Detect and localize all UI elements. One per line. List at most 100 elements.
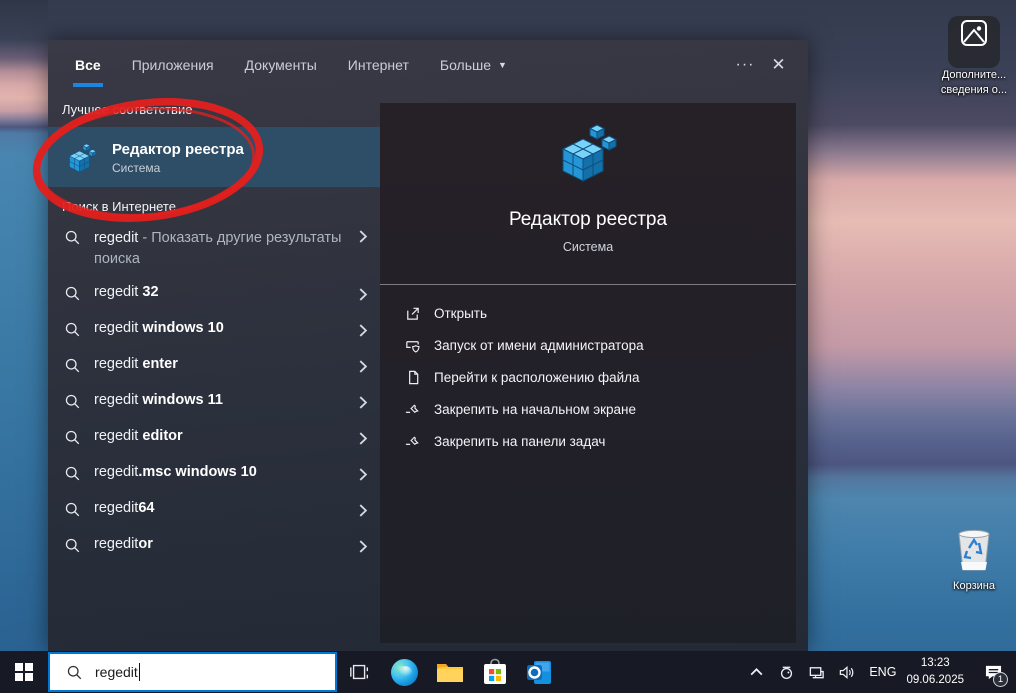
tab-web[interactable]: Интернет (348, 40, 409, 90)
action-label: Запуск от имени администратора (434, 338, 644, 353)
chevron-right-icon[interactable] (357, 324, 370, 337)
tab-documents[interactable]: Документы (245, 40, 317, 90)
action-open-file-location[interactable]: Перейти к расположению файла (380, 361, 796, 393)
edge-button[interactable] (382, 651, 427, 693)
tab-all[interactable]: Все (75, 40, 101, 90)
chevron-down-icon: ▼ (498, 60, 507, 70)
suggestion-completion: 32 (142, 284, 158, 300)
network-icon[interactable] (804, 651, 828, 693)
clock-date: 09.06.2025 (906, 672, 964, 689)
action-label: Перейти к расположению файла (434, 370, 640, 385)
taskbar-search-input[interactable]: regedit (48, 652, 337, 692)
search-suggestion[interactable]: regedit.msc windows 10 (48, 455, 380, 491)
search-icon (66, 664, 83, 681)
clock[interactable]: 13:23 09.06.2025 (906, 655, 964, 688)
options-button[interactable]: ··· (728, 56, 762, 74)
action-label: Открыть (434, 306, 487, 321)
suggestion-completion: enter (142, 356, 177, 372)
system-tray: ENG 13:23 09.06.2025 1 (741, 651, 1016, 693)
best-match-result[interactable]: Редактор реестра Система (48, 127, 380, 187)
language-indicator[interactable]: ENG (869, 665, 896, 679)
best-match-header: Лучшее соответствие (62, 102, 380, 118)
suggestion-completion: or (138, 536, 153, 552)
outlook-button[interactable] (517, 651, 562, 693)
search-suggestion[interactable]: regeditor (48, 527, 380, 563)
chevron-right-icon[interactable] (357, 540, 370, 553)
action-open[interactable]: Открыть (380, 297, 796, 329)
close-button[interactable]: ✕ (762, 55, 796, 75)
show-hidden-icons-button[interactable] (744, 651, 768, 693)
suggestion-completion: editor (142, 428, 182, 444)
search-icon (64, 229, 81, 246)
suggestion-query: regedit (94, 536, 138, 552)
search-suggestion[interactable]: regedit editor (48, 419, 380, 455)
suggestion-completion: windows 10 (142, 320, 223, 336)
action-label: Закрепить на начальном экране (434, 402, 636, 417)
start-button[interactable] (0, 651, 48, 693)
suggestion-completion: windows 11 (142, 392, 223, 408)
outlook-icon (526, 659, 553, 686)
suggestion-query: regedit (94, 392, 142, 408)
volume-icon[interactable] (834, 651, 858, 693)
notification-badge: 1 (993, 672, 1008, 687)
edge-icon (391, 659, 418, 686)
action-center-button[interactable]: 1 (978, 651, 1008, 693)
task-view-icon (349, 662, 371, 682)
tab-label: Все (75, 57, 101, 73)
suggestion-query: regedit (94, 284, 142, 300)
preview-pane: Редактор реестра Система Открыть Запуск … (380, 103, 796, 643)
web-search-header: Поиск в Интернете (62, 199, 380, 215)
clock-time: 13:23 (906, 655, 964, 672)
search-flyout: Все Приложения Документы Интернет Больше… (48, 40, 808, 651)
desktop-icon-spotlight-info[interactable]: Дополните... сведения о... (932, 16, 1016, 98)
chevron-right-icon[interactable] (357, 288, 370, 301)
action-label: Закрепить на панели задач (434, 434, 605, 449)
run-as-admin-icon (404, 337, 421, 354)
search-suggestion[interactable]: regedit windows 10 (48, 311, 380, 347)
tab-label: Документы (245, 57, 317, 73)
suggestion-list: regedit - Показать другие результаты пои… (48, 221, 380, 563)
tab-apps[interactable]: Приложения (132, 40, 214, 90)
tab-more[interactable]: Больше ▼ (440, 40, 507, 90)
recycle-bin-icon (949, 526, 999, 574)
file-explorer-button[interactable] (427, 651, 472, 693)
search-filter-tabs: Все Приложения Документы Интернет Больше… (48, 40, 808, 90)
tray-app-icon[interactable] (774, 651, 798, 693)
suggestion-completion: 64 (138, 500, 154, 516)
chevron-right-icon[interactable] (357, 396, 370, 409)
open-file-location-icon (404, 369, 421, 386)
suggestion-query: regedit (94, 356, 142, 372)
file-explorer-icon (436, 661, 464, 683)
chevron-right-icon[interactable] (357, 360, 370, 373)
tab-label: Приложения (132, 57, 214, 73)
action-pin-to-start[interactable]: Закрепить на начальном экране (380, 393, 796, 425)
search-suggestion[interactable]: regedit enter (48, 347, 380, 383)
search-icon (64, 321, 81, 338)
chevron-right-icon[interactable] (357, 230, 370, 243)
action-run-as-admin[interactable]: Запуск от имени администратора (380, 329, 796, 361)
suggestion-query: regedit (94, 500, 138, 516)
chevron-right-icon[interactable] (357, 432, 370, 445)
picture-icon (948, 16, 1000, 68)
search-icon (64, 357, 81, 374)
registry-editor-icon-large (556, 119, 620, 183)
microsoft-store-icon (482, 658, 508, 686)
suggestion-completion: .msc windows 10 (138, 464, 256, 480)
suggestion-query: regedit (94, 230, 138, 246)
action-pin-to-taskbar[interactable]: Закрепить на панели задач (380, 425, 796, 457)
search-suggestion[interactable]: regedit 32 (48, 275, 380, 311)
chevron-right-icon[interactable] (357, 468, 370, 481)
desktop-icon-recycle-bin[interactable]: Корзина (932, 526, 1016, 594)
context-actions: Открыть Запуск от имени администратора П… (380, 297, 796, 457)
search-suggestion[interactable]: regedit - Показать другие результаты пои… (48, 221, 380, 275)
text-caret (139, 663, 140, 681)
task-view-button[interactable] (337, 651, 382, 693)
search-value: regedit (95, 664, 138, 680)
chevron-right-icon[interactable] (357, 504, 370, 517)
desktop: { "tabs": { "items": [ { "label": "Все" … (0, 0, 1016, 693)
search-icon (64, 501, 81, 518)
microsoft-store-button[interactable] (472, 651, 517, 693)
search-suggestion[interactable]: regedit windows 11 (48, 383, 380, 419)
preview-subtitle: Система (563, 240, 613, 254)
search-suggestion[interactable]: regedit64 (48, 491, 380, 527)
